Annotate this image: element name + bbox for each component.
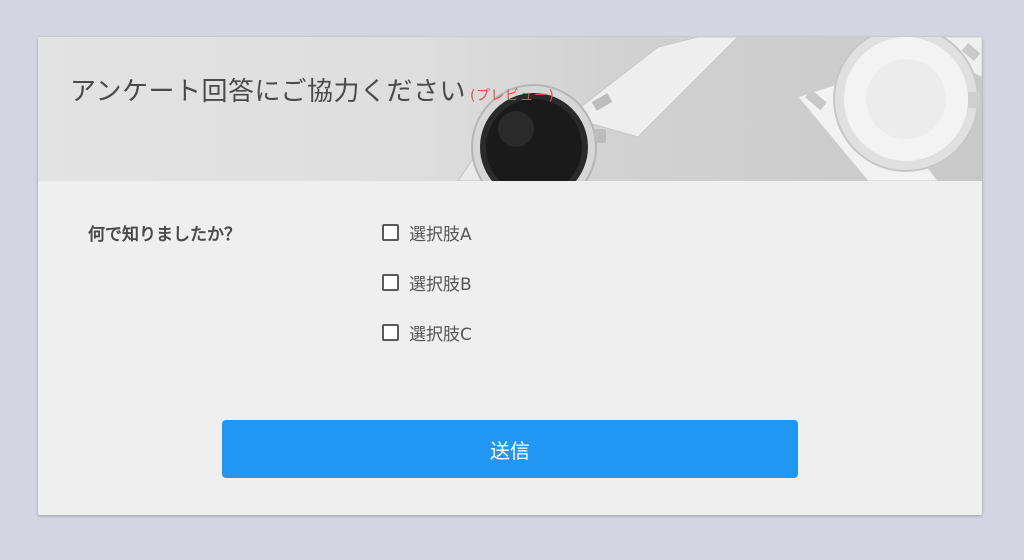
- title-text: アンケート回答にご協力ください: [70, 77, 466, 107]
- option-b-label: 選択肢B: [409, 274, 472, 295]
- submit-button[interactable]: 送信: [222, 420, 798, 478]
- smartwatch-image: [457, 37, 982, 181]
- survey-header: アンケート回答にご協力ください (プレビュー): [38, 37, 982, 181]
- option-a-label: 選択肢A: [409, 224, 472, 245]
- checkbox-group: 選択肢A 選択肢B 選択肢C: [382, 219, 472, 369]
- option-a-checkbox[interactable]: [382, 223, 399, 241]
- survey-title: アンケート回答にご協力ください (プレビュー): [70, 71, 554, 108]
- option-b-checkbox[interactable]: [382, 273, 399, 291]
- option-c-label: 選択肢C: [409, 324, 472, 345]
- question-label: 何で知りましたか？: [88, 225, 241, 245]
- survey-card: アンケート回答にご協力ください (プレビュー) 何で知りましたか？ 選択肢A 選択…: [38, 37, 982, 515]
- option-c-checkbox[interactable]: [382, 323, 399, 341]
- preview-tag: (プレビュー): [469, 88, 555, 104]
- option-c[interactable]: 選択肢C: [382, 319, 472, 345]
- option-b[interactable]: 選択肢B: [382, 269, 472, 295]
- option-a[interactable]: 選択肢A: [382, 219, 472, 245]
